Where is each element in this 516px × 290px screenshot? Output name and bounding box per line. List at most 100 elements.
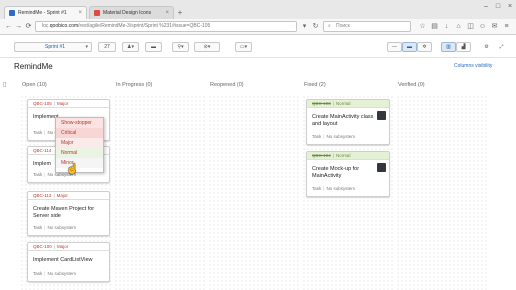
issue-subsystem[interactable]: No subsystem bbox=[47, 225, 76, 230]
issue-type[interactable]: Task bbox=[33, 225, 42, 230]
attach-button[interactable]: ⚲▾ bbox=[172, 42, 189, 52]
link-icon: ⚲▾ bbox=[177, 44, 184, 50]
new-tab-button[interactable]: + bbox=[176, 9, 184, 17]
issue-subsystem[interactable]: No subsystem bbox=[326, 134, 355, 139]
assignee-avatar[interactable] bbox=[377, 111, 386, 120]
close-tab-icon[interactable]: × bbox=[78, 10, 82, 16]
issue-id[interactable]: QBC-113 bbox=[33, 193, 51, 198]
issue-card[interactable]: QBC-104 | Normal Create Mock-up for MainAc… bbox=[306, 151, 390, 197]
issue-subsystem[interactable]: No subsystem bbox=[47, 271, 76, 276]
issue-id[interactable]: QBC-105 bbox=[33, 101, 52, 106]
home-icon[interactable]: ⌂ bbox=[454, 22, 463, 31]
chart-icon: ▟ bbox=[461, 44, 466, 50]
column-header-in-progress: In Progress (0) bbox=[116, 82, 153, 88]
issue-type[interactable]: Task bbox=[33, 172, 42, 177]
issue-id[interactable]: QBC-100 bbox=[33, 244, 52, 249]
clipboard-icon[interactable]: ▤ bbox=[430, 22, 439, 31]
issue-title[interactable]: Implement CardListView bbox=[28, 251, 109, 264]
tab-remindme[interactable]: RemindMe - Sprint #1 × bbox=[4, 6, 87, 19]
priority-option-critical[interactable]: Critical bbox=[56, 128, 103, 138]
issue-id[interactable]: QBC-114 bbox=[33, 148, 51, 153]
minimize-icon[interactable]: – bbox=[480, 3, 492, 11]
tools-icon[interactable]: ✉ bbox=[490, 22, 499, 31]
column-header-fixed: Fixed (2) bbox=[304, 82, 326, 88]
user-filter-button[interactable]: ♟▾ bbox=[122, 42, 139, 52]
close-tab-icon[interactable]: × bbox=[165, 10, 169, 16]
issue-priority[interactable]: Major bbox=[57, 193, 68, 198]
fullscreen-button[interactable]: ⤢ bbox=[495, 42, 508, 52]
reload-url-icon[interactable]: ↻ bbox=[311, 22, 320, 31]
gear-button[interactable]: ⚙ bbox=[480, 42, 493, 52]
view-normal-button[interactable]: ▬ bbox=[402, 42, 417, 52]
collapse-icon[interactable]: ▯ bbox=[3, 81, 6, 88]
issue-card[interactable]: QBC-103 | Normal Create MainActivity class… bbox=[306, 99, 390, 145]
priority-dropdown: Show-stopper Critical Major Normal Minor bbox=[55, 117, 104, 173]
chat-icon[interactable]: ☺ bbox=[478, 22, 487, 31]
priority-option-show-stopper[interactable]: Show-stopper bbox=[56, 118, 103, 128]
issue-card[interactable]: QBC-113 | Major Create Maven Project for S… bbox=[27, 191, 110, 236]
search-placeholder: Поиск bbox=[336, 23, 350, 29]
tab-material-icons[interactable]: Material Design Icons × bbox=[89, 6, 174, 19]
card-header: QBC-104 | Normal bbox=[307, 152, 389, 160]
star-icon[interactable]: ☆ bbox=[418, 22, 427, 31]
window-icon: ▭▾ bbox=[239, 44, 248, 50]
search-input[interactable]: ⌕ Поиск bbox=[323, 21, 411, 32]
close-window-icon[interactable]: × bbox=[504, 3, 516, 11]
columns-visibility-link[interactable]: Columns visibility bbox=[454, 63, 492, 69]
maximize-icon[interactable]: □ bbox=[492, 3, 504, 11]
board-icon: ▥ bbox=[446, 44, 451, 50]
issue-priority[interactable]: Normal bbox=[336, 153, 351, 158]
card-footer: Task|No subsystem bbox=[33, 271, 76, 276]
menu-icon[interactable]: ≡ bbox=[502, 22, 511, 31]
card-footer: Task|No subsystem bbox=[312, 186, 355, 191]
issue-id[interactable]: QBC-104 bbox=[312, 153, 331, 158]
sprint-selector[interactable]: Sprint #1 ▾ bbox=[14, 42, 92, 52]
priority-option-minor[interactable]: Minor bbox=[56, 158, 103, 168]
url-path: /rest/agile/RemindMe-3/sprint/Sprint %23… bbox=[78, 23, 211, 29]
issue-priority[interactable]: Normal bbox=[336, 101, 351, 106]
issue-id[interactable]: QBC-103 bbox=[312, 101, 331, 106]
issue-subsystem[interactable]: No subsystem bbox=[326, 186, 355, 191]
tag-icon: ⊘▾ bbox=[203, 44, 211, 50]
back-icon[interactable]: ← bbox=[4, 22, 13, 31]
view-settings-button[interactable]: ✲ bbox=[417, 42, 432, 52]
date-button[interactable]: 27 bbox=[98, 42, 116, 52]
issue-card[interactable]: QBC-100 | Major Implement CardListView Tas… bbox=[27, 242, 110, 282]
download-icon[interactable]: ↓ bbox=[442, 22, 451, 31]
view-compact-button[interactable]: — bbox=[387, 42, 402, 52]
issue-priority[interactable]: Major bbox=[57, 101, 68, 106]
url-bar[interactable]: loc.qoobico.com/rest/agile/RemindMe-3/sp… bbox=[35, 21, 297, 32]
pocket-icon[interactable]: ◫ bbox=[466, 22, 475, 31]
priority-option-normal[interactable]: Normal bbox=[56, 148, 103, 158]
board-view-button[interactable]: ▥ bbox=[441, 42, 456, 52]
date-label: 27 bbox=[104, 44, 110, 50]
card-header: QBC-103 | Normal bbox=[307, 100, 389, 108]
reload-icon[interactable]: ⟳ bbox=[24, 22, 33, 31]
card-header: QBC-113 | Major bbox=[28, 192, 109, 200]
comment-button[interactable]: ▬ bbox=[145, 42, 162, 52]
chart-view-button[interactable]: ▟ bbox=[456, 42, 471, 52]
issue-priority[interactable]: Major bbox=[57, 244, 68, 249]
column-reopened bbox=[208, 95, 300, 290]
issue-type[interactable]: Task bbox=[312, 134, 321, 139]
issue-title[interactable]: Create Maven Project for Server side bbox=[28, 200, 109, 220]
youtrack-favicon-icon bbox=[9, 10, 15, 16]
compact-icon: — bbox=[392, 44, 397, 50]
issue-type[interactable]: Task bbox=[33, 130, 42, 135]
priority-option-major[interactable]: Major bbox=[56, 138, 103, 148]
assignee-avatar[interactable] bbox=[377, 163, 386, 172]
user-icon: ♟▾ bbox=[127, 44, 134, 50]
column-verified bbox=[396, 95, 488, 290]
card-footer: Task|No subsystem bbox=[33, 225, 76, 230]
card-footer: Task|No subsystem bbox=[312, 134, 355, 139]
forward-icon[interactable]: → bbox=[14, 22, 23, 31]
column-header-verified: Verified (0) bbox=[398, 82, 425, 88]
more-button[interactable]: ▭▾ bbox=[235, 42, 252, 52]
tags-button[interactable]: ⊘▾ bbox=[194, 42, 220, 52]
issue-type[interactable]: Task bbox=[33, 271, 42, 276]
tab-title: Material Design Icons bbox=[103, 10, 152, 16]
hand-cursor-icon: ☝ bbox=[66, 164, 79, 175]
dropdown-arrow-icon[interactable]: ▾ bbox=[300, 22, 309, 31]
column-header-open: Open (10) bbox=[22, 82, 47, 88]
issue-type[interactable]: Task bbox=[312, 186, 321, 191]
